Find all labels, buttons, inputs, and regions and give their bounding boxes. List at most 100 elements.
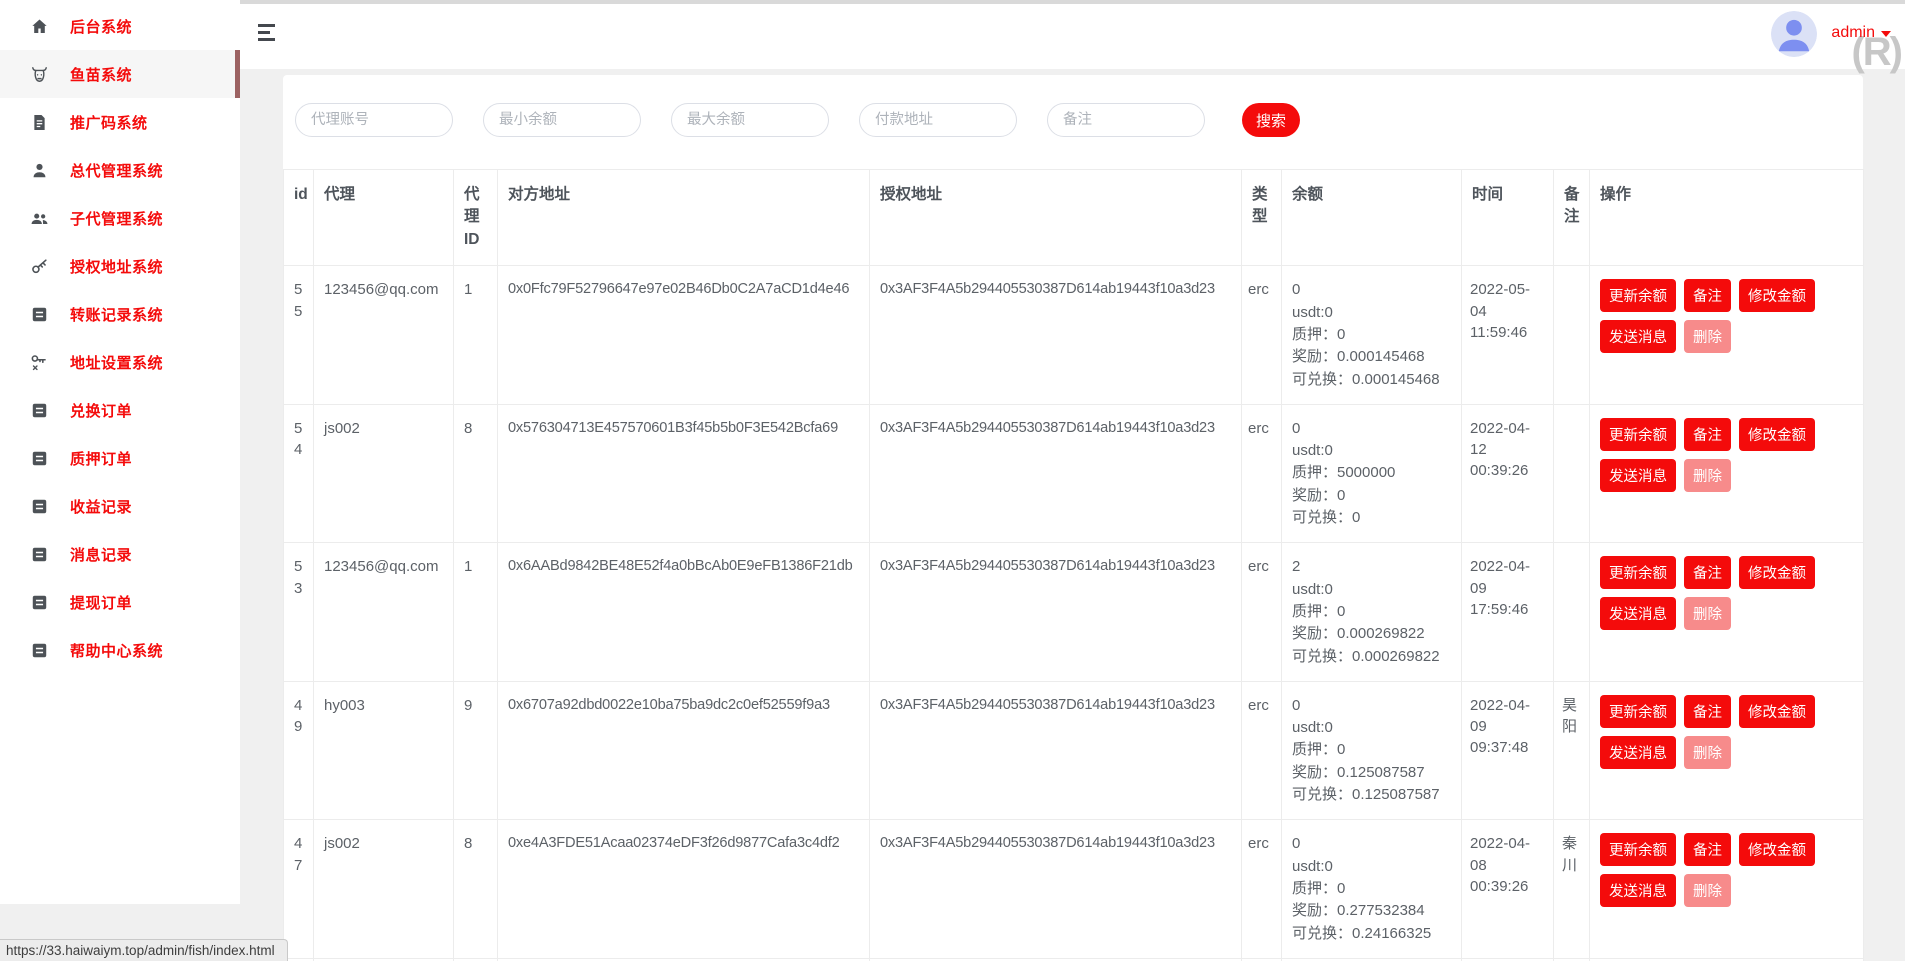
payment-address-input[interactable] [859,103,1017,137]
sidebar-item-label: 收益记录 [70,496,132,517]
authorized-address: 0x3AF3F4A5b294405530387D614ab19443f10a3d… [880,279,1231,300]
remark-button[interactable]: 备注 [1684,279,1731,312]
balance-line: 质押：5000000 [1292,462,1451,483]
update-balance-button[interactable]: 更新余额 [1600,833,1676,866]
balance-line: usdt:0 [1292,717,1451,738]
sidebar-item[interactable]: 后台系统 [0,2,240,50]
column-header: id [284,170,314,266]
counterparty-address: 0x6707a92dbd0022e10ba75ba9dc2c0ef52559f9… [508,695,859,716]
sidebar-item[interactable]: 转账记录系统 [0,290,240,338]
sidebar-item[interactable]: 推广码系统 [0,98,240,146]
user-dropdown[interactable]: admin [1831,24,1891,42]
row-actions: 更新余额备注修改金额发送消息删除 [1600,833,1853,915]
sidebar-item-label: 地址设置系统 [70,352,163,373]
remark-button[interactable]: 备注 [1684,418,1731,451]
cell-id: 53 [284,543,314,681]
send-message-button[interactable]: 发送消息 [1600,459,1676,492]
cell-agent-id: 8 [454,820,498,958]
delete-button[interactable]: 删除 [1684,459,1731,492]
cell-time: 2022-05-04 11:59:46 [1462,266,1554,404]
list-icon [30,305,49,324]
cell-balance: 0usdt:0质押：0奖励：0.125087587可兑换：0.125087587 [1282,681,1462,819]
remark-input[interactable] [1047,103,1205,137]
balance-line: 质押：0 [1292,739,1451,760]
balance-line: 可兑换：0 [1292,507,1451,528]
row-actions: 更新余额备注修改金额发送消息删除 [1600,279,1853,361]
balance-line: 0 [1292,695,1451,716]
remark-button[interactable]: 备注 [1684,833,1731,866]
cell-counterparty-address: 0xe4A3FDE51Acaa02374eDF3f26d9877Cafa3c4d… [498,820,870,958]
modify-amount-button[interactable]: 修改金额 [1739,279,1815,312]
sidebar-item[interactable]: 授权地址系统 [0,242,240,290]
balance-line: 可兑换：0.24166325 [1292,923,1451,944]
update-balance-button[interactable]: 更新余额 [1600,418,1676,451]
cell-balance: 0usdt:0质押：5000000奖励：0可兑换：0 [1282,404,1462,542]
hamburger-menu-icon[interactable] [258,24,278,44]
sidebar-item[interactable]: 子代管理系统 [0,194,240,242]
balance-line: usdt:0 [1292,440,1451,461]
cell-balance: 2usdt:0质押：0奖励：0.000269822可兑换：0.000269822 [1282,543,1462,681]
balance-line: usdt:0 [1292,856,1451,877]
filter-bar: 搜索 [283,75,1863,137]
send-message-button[interactable]: 发送消息 [1600,597,1676,630]
column-header: 对方地址 [498,170,870,266]
balance-line: 2 [1292,556,1451,577]
modify-amount-button[interactable]: 修改金额 [1739,695,1815,728]
modify-amount-button[interactable]: 修改金额 [1739,833,1815,866]
delete-button[interactable]: 删除 [1684,874,1731,907]
user-icon [30,161,49,180]
cell-type: erc [1242,543,1282,681]
delete-button[interactable]: 删除 [1684,320,1731,353]
sidebar-item-label: 总代管理系统 [70,160,163,181]
modify-amount-button[interactable]: 修改金额 [1739,418,1815,451]
sidebar-item[interactable]: 质押订单 [0,434,240,482]
sidebar-item[interactable]: 提现订单 [0,578,240,626]
sidebar-item[interactable]: 帮助中心系统 [0,626,240,674]
table-row: 55123456@qq.com10x0Ffc79F52796647e97e02B… [284,266,1864,404]
send-message-button[interactable]: 发送消息 [1600,320,1676,353]
cell-actions: 更新余额备注修改金额发送消息删除 [1590,266,1864,404]
delete-button[interactable]: 删除 [1684,597,1731,630]
update-balance-button[interactable]: 更新余额 [1600,279,1676,312]
sidebar-item[interactable]: 收益记录 [0,482,240,530]
sidebar-item-label: 消息记录 [70,544,132,565]
cell-agent-id: 1 [454,266,498,404]
update-balance-button[interactable]: 更新余额 [1600,556,1676,589]
modify-amount-button[interactable]: 修改金额 [1739,556,1815,589]
remark-button[interactable]: 备注 [1684,556,1731,589]
send-message-button[interactable]: 发送消息 [1600,874,1676,907]
row-actions: 更新余额备注修改金额发送消息删除 [1600,418,1853,500]
sidebar-item[interactable]: 总代管理系统 [0,146,240,194]
sidebar-item-label: 推广码系统 [70,112,148,133]
send-message-button[interactable]: 发送消息 [1600,736,1676,769]
sidebar-item[interactable]: 兑换订单 [0,386,240,434]
cell-remark [1554,543,1590,681]
avatar[interactable] [1771,11,1817,57]
list-icon [30,449,49,468]
search-button[interactable]: 搜索 [1242,103,1300,137]
cell-actions: 更新余额备注修改金额发送消息删除 [1590,820,1864,958]
max-balance-input[interactable] [671,103,829,137]
min-balance-input[interactable] [483,103,641,137]
balance-line: 奖励：0.125087587 [1292,762,1451,783]
delete-button[interactable]: 删除 [1684,736,1731,769]
remark-button[interactable]: 备注 [1684,695,1731,728]
sidebar-item[interactable]: 消息记录 [0,530,240,578]
chevron-down-icon [1881,31,1891,37]
users-icon [30,209,49,228]
balance-line: 0 [1292,833,1451,854]
update-balance-button[interactable]: 更新余额 [1600,695,1676,728]
authorized-address: 0x3AF3F4A5b294405530387D614ab19443f10a3d… [880,556,1231,577]
cell-agent-id: 1 [454,543,498,681]
authorized-address: 0x3AF3F4A5b294405530387D614ab19443f10a3d… [880,695,1231,716]
sidebar-item[interactable]: 鱼苗系统 [0,50,240,98]
bull-icon [30,65,49,84]
data-table: id代理代理ID对方地址授权地址类型余额时间备注操作 55123456@qq.c… [283,169,1864,961]
authorized-address: 0x3AF3F4A5b294405530387D614ab19443f10a3d… [880,833,1231,854]
balance-line: 可兑换：0.000269822 [1292,646,1451,667]
cell-auth-address: 0x3AF3F4A5b294405530387D614ab19443f10a3d… [870,820,1242,958]
sidebar-item[interactable]: 地址设置系统 [0,338,240,386]
agent-account-input[interactable] [295,103,453,137]
cell-agent: js002 [314,820,454,958]
column-header: 类型 [1242,170,1282,266]
